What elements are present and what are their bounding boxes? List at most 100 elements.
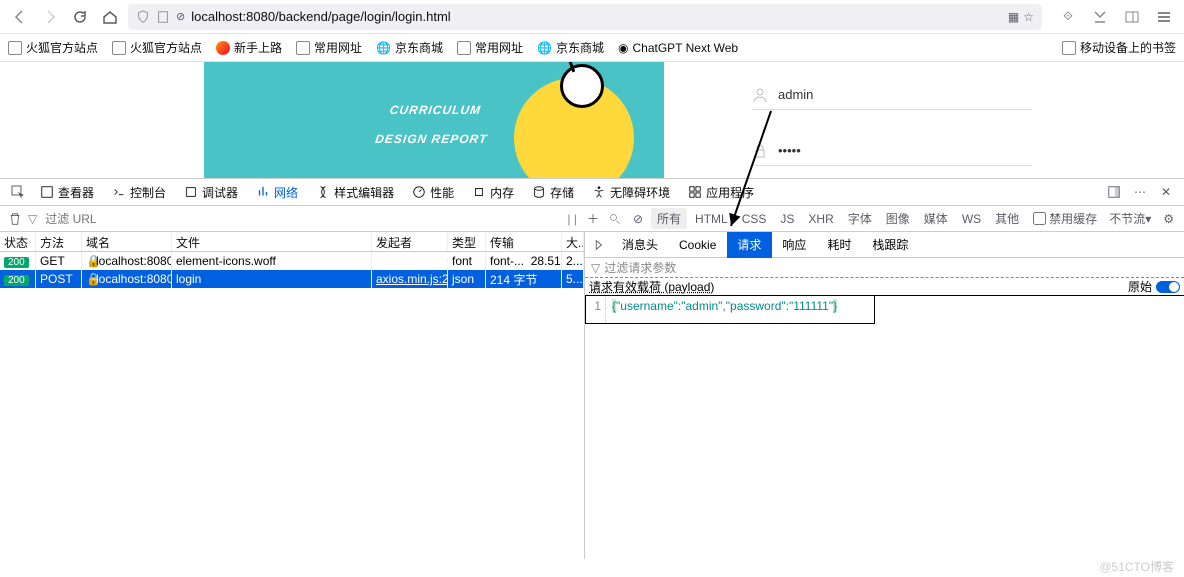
dtab-response[interactable]: 响应 [772,232,817,258]
bookmark-item[interactable]: 🌐京东商城 [376,39,443,56]
filter-html[interactable]: HTML [689,210,734,228]
disable-cache-checkbox[interactable]: 禁用缓存 [1033,210,1097,227]
close-devtools-icon[interactable]: ✕ [1154,180,1178,204]
dtab-headers[interactable]: 消息头 [612,232,669,258]
page-content: CURRICULUMDESIGN REPORT [0,62,1184,178]
username-input[interactable] [778,87,1032,102]
dtab-stack[interactable]: 栈跟踪 [862,232,919,258]
payload-json-text: "username":"admin","password":"111111" [616,299,833,313]
trash-icon[interactable] [6,210,24,228]
filter-params-label[interactable]: 过滤请求参数 [604,259,676,276]
tab-console[interactable]: 控制台 [104,178,174,206]
bookmark-star-icon[interactable]: ☆ [1023,10,1034,24]
library-icon[interactable] [1088,5,1112,29]
filter-css[interactable]: CSS [736,210,773,228]
filter-icon: ▽ [591,261,600,275]
lock-icon: 🔒 [86,272,96,286]
col-type[interactable]: 类型 [448,232,486,251]
dtab-cookie[interactable]: Cookie [669,232,727,258]
bookmark-item[interactable]: ◉ChatGPT Next Web [618,41,738,55]
tab-application[interactable]: 应用程序 [680,178,762,206]
request-row-selected[interactable]: 200 POST 🔒localhost:8080 login axios.min… [0,270,584,288]
toggle-switch-icon [1156,281,1180,293]
request-row[interactable]: 200 GET 🔒localhost:8080 element-icons.wo… [0,252,584,270]
col-file[interactable]: 文件 [172,232,372,251]
qr-icon[interactable]: ▦ [1008,10,1017,24]
globe-icon: 🌐 [376,41,391,55]
bookmark-item[interactable]: 新手上路 [216,39,282,56]
dtab-timing[interactable]: 耗时 [817,232,862,258]
filter-image[interactable]: 图像 [880,208,916,229]
banner-image: CURRICULUMDESIGN REPORT [204,62,664,178]
block-icon[interactable]: ⊘ [627,212,649,226]
page-icon [156,10,170,24]
login-form [664,62,1184,178]
col-size[interactable]: 大... [562,232,584,251]
filter-icon: ▽ [28,212,37,226]
menu-button[interactable] [1152,5,1176,29]
tab-inspector[interactable]: 查看器 [32,178,102,206]
bookmark-item[interactable]: 常用网址 [296,39,362,56]
tab-network[interactable]: 网络 [248,178,306,206]
col-transfer[interactable]: 传输 [486,232,562,251]
password-field[interactable] [752,136,1032,166]
throttle-dropdown[interactable]: 不节流▾ [1103,208,1157,229]
folder-icon [112,41,126,55]
sidebar-icon[interactable] [1120,5,1144,29]
extension-icon[interactable]: ⟐ [1056,5,1080,29]
filter-ws[interactable]: WS [956,210,987,228]
filter-js[interactable]: JS [774,210,800,228]
network-filter-bar: ▽ | | ＋ ⊘ 所有 HTML CSS JS XHR 字体 图像 媒体 WS… [0,206,1184,232]
filter-other[interactable]: 其他 [989,208,1025,229]
lock-icon [752,143,768,159]
filter-all[interactable]: 所有 [651,208,687,229]
dock-side-icon[interactable] [1102,180,1126,204]
col-initiator[interactable]: 发起者 [372,232,448,251]
forward-button[interactable] [38,5,62,29]
inspector-pick-icon[interactable] [6,180,30,204]
col-method[interactable]: 方法 [36,232,82,251]
url-filter-input[interactable] [41,210,563,228]
tab-debugger[interactable]: 调试器 [176,178,246,206]
filter-xhr[interactable]: XHR [802,210,839,228]
mobile-bookmarks[interactable]: 移动设备上的书签 [1062,39,1176,56]
col-status[interactable]: 状态 [0,232,36,251]
globe-icon: 🌐 [537,41,552,55]
lock-icon: 🔒 [86,254,96,268]
bookmark-item[interactable]: 火狐官方站点 [112,39,202,56]
bookmark-item[interactable]: 🌐京东商城 [537,39,604,56]
add-icon[interactable]: ＋ [583,210,603,227]
bookmark-item[interactable]: 火狐官方站点 [8,39,98,56]
tab-storage[interactable]: 存储 [524,178,582,206]
chat-icon: ◉ [618,41,628,55]
home-button[interactable] [98,5,122,29]
bookmarks-bar: 火狐官方站点 火狐官方站点 新手上路 常用网址 🌐京东商城 常用网址 🌐京东商城… [0,34,1184,62]
tab-accessibility[interactable]: 无障碍环境 [584,178,678,206]
watermark: @51CTO博客 [1099,558,1174,575]
tab-performance[interactable]: 性能 [404,178,462,206]
back-button[interactable] [8,5,32,29]
request-list: 状态 方法 域名 文件 发起者 类型 传输 大... 200 GET 🔒loca… [0,232,585,559]
url-bar[interactable]: ⊘ localhost:8080/backend/page/login/logi… [128,4,1042,30]
filter-media[interactable]: 媒体 [918,208,954,229]
password-input[interactable] [778,143,1032,158]
devtools-tabs: 查看器 控制台 调试器 网络 样式编辑器 性能 内存 存储 无障碍环境 应用程序… [0,178,1184,206]
more-icon[interactable]: ⋯ [1128,180,1152,204]
username-field[interactable] [752,80,1032,110]
payload-json[interactable]: {"username":"admin","password":"111111"} [606,296,843,323]
tab-style-editor[interactable]: 样式编辑器 [308,178,402,206]
settings-gear-icon[interactable]: ⚙ [1159,212,1178,226]
tab-memory[interactable]: 内存 [464,178,522,206]
bookmark-item[interactable]: 常用网址 [457,39,523,56]
line-number: 1 [586,296,606,323]
search-icon[interactable] [605,213,625,225]
dtab-request[interactable]: 请求 [727,232,772,258]
folder-icon [457,41,471,55]
detail-back-icon[interactable] [585,232,612,258]
folder-icon [8,41,22,55]
reload-button[interactable] [68,5,92,29]
payload-label: 请求有效载荷 (payload) [589,278,714,295]
col-domain[interactable]: 域名 [82,232,172,251]
raw-toggle[interactable]: 原始 [1128,278,1180,295]
filter-font[interactable]: 字体 [842,208,878,229]
